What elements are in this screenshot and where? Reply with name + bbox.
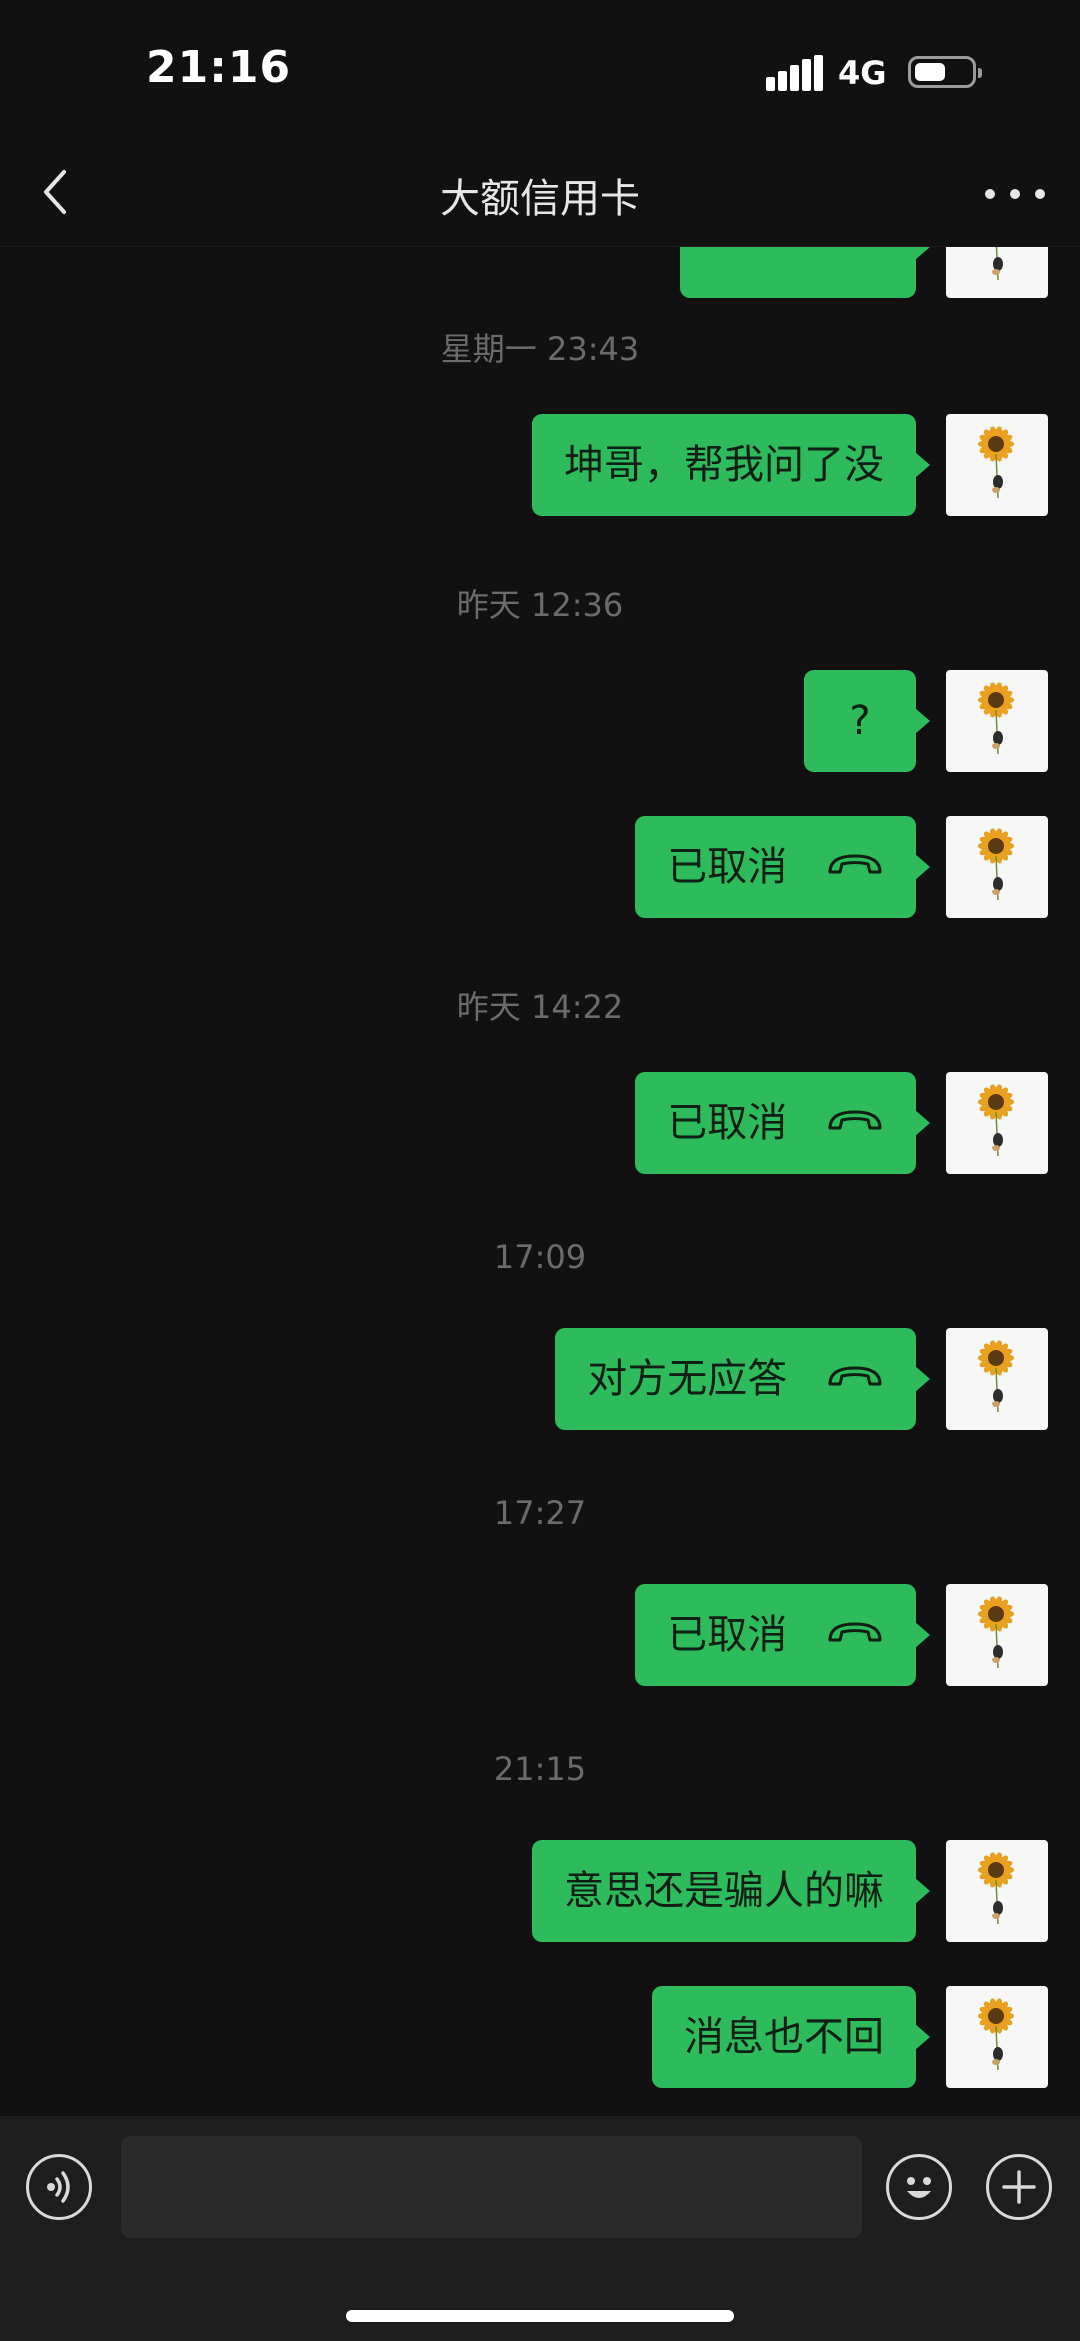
message-text: ? <box>849 698 871 744</box>
nav-bar: 大额信用卡 <box>0 140 1080 247</box>
battery-icon <box>908 56 982 88</box>
timestamp: 昨天 12:36 <box>456 586 624 624</box>
phone-hangup-icon <box>828 1110 882 1130</box>
chat-area[interactable]: 星期一 23:43 坤哥，帮我问了没 昨天 12:36 ? 已取消 昨天 14:… <box>0 246 1080 2116</box>
sunflower-icon <box>978 426 1014 499</box>
call-bubble[interactable]: 已取消 <box>635 1584 930 1686</box>
call-bubble[interactable]: 已取消 <box>635 1072 930 1174</box>
message-bubble[interactable]: 消息也不回 <box>652 1986 930 2088</box>
voice-icon <box>47 2171 70 2203</box>
status-time: 21:16 <box>146 42 292 93</box>
call-bubble[interactable]: 对方无应答 <box>555 1328 930 1430</box>
message-input[interactable] <box>121 2136 862 2238</box>
avatar[interactable] <box>946 1072 1048 1174</box>
message-text: 坤哥，帮我问了没 <box>564 442 884 488</box>
message-bubble[interactable]: 意思还是骗人的嘛 <box>532 1840 930 1942</box>
message-text: 意思还是骗人的嘛 <box>564 1868 884 1914</box>
network-type: 4G <box>838 54 887 92</box>
sunflower-icon <box>978 1596 1014 1669</box>
voice-button[interactable] <box>26 2154 92 2220</box>
avatar[interactable] <box>946 1584 1048 1686</box>
avatar[interactable] <box>946 414 1048 516</box>
avatar[interactable] <box>946 670 1048 772</box>
message-bubble[interactable]: 坤哥，帮我问了没 <box>532 414 930 516</box>
home-indicator[interactable] <box>346 2310 734 2322</box>
avatar[interactable] <box>946 1840 1048 1942</box>
message-bubble-partial[interactable] <box>680 246 930 298</box>
signal-icon <box>766 55 823 91</box>
status-bar: 21:16 4G <box>0 0 1080 140</box>
call-status-text: 已取消 <box>667 844 788 890</box>
plus-icon <box>1002 2170 1036 2204</box>
timestamp: 21:15 <box>493 1750 587 1788</box>
sunflower-icon <box>978 1340 1014 1413</box>
plus-button[interactable] <box>986 2154 1052 2220</box>
sunflower-icon <box>978 828 1014 901</box>
call-status-text: 已取消 <box>667 1612 788 1658</box>
avatar[interactable] <box>946 1328 1048 1430</box>
message-text: 消息也不回 <box>684 2014 884 2060</box>
sunflower-icon <box>992 246 1003 281</box>
avatar[interactable] <box>946 1986 1048 2088</box>
sunflower-icon <box>978 1852 1014 1925</box>
phone-hangup-icon <box>828 1366 882 1386</box>
timestamp: 星期一 23:43 <box>440 330 640 368</box>
emoji-icon <box>907 2177 931 2198</box>
call-status-text: 已取消 <box>667 1100 788 1146</box>
sunflower-icon <box>978 1084 1014 1157</box>
sunflower-icon <box>978 1998 1014 2071</box>
sunflower-icon <box>978 682 1014 755</box>
emoji-button[interactable] <box>886 2154 952 2220</box>
avatar[interactable] <box>946 816 1048 918</box>
input-bar <box>0 2116 1080 2341</box>
message-bubble[interactable]: ? <box>804 670 930 772</box>
timestamp: 17:09 <box>493 1238 587 1276</box>
timestamp: 昨天 14:22 <box>456 988 624 1026</box>
more-button[interactable] <box>980 162 1050 222</box>
avatar[interactable] <box>946 246 1048 298</box>
call-bubble[interactable]: 已取消 <box>635 816 930 918</box>
call-status-text: 对方无应答 <box>587 1356 788 1402</box>
phone-hangup-icon <box>828 854 882 874</box>
chat-title: 大额信用卡 <box>440 176 640 222</box>
timestamp: 17:27 <box>493 1494 587 1532</box>
phone-hangup-icon <box>828 1622 882 1642</box>
